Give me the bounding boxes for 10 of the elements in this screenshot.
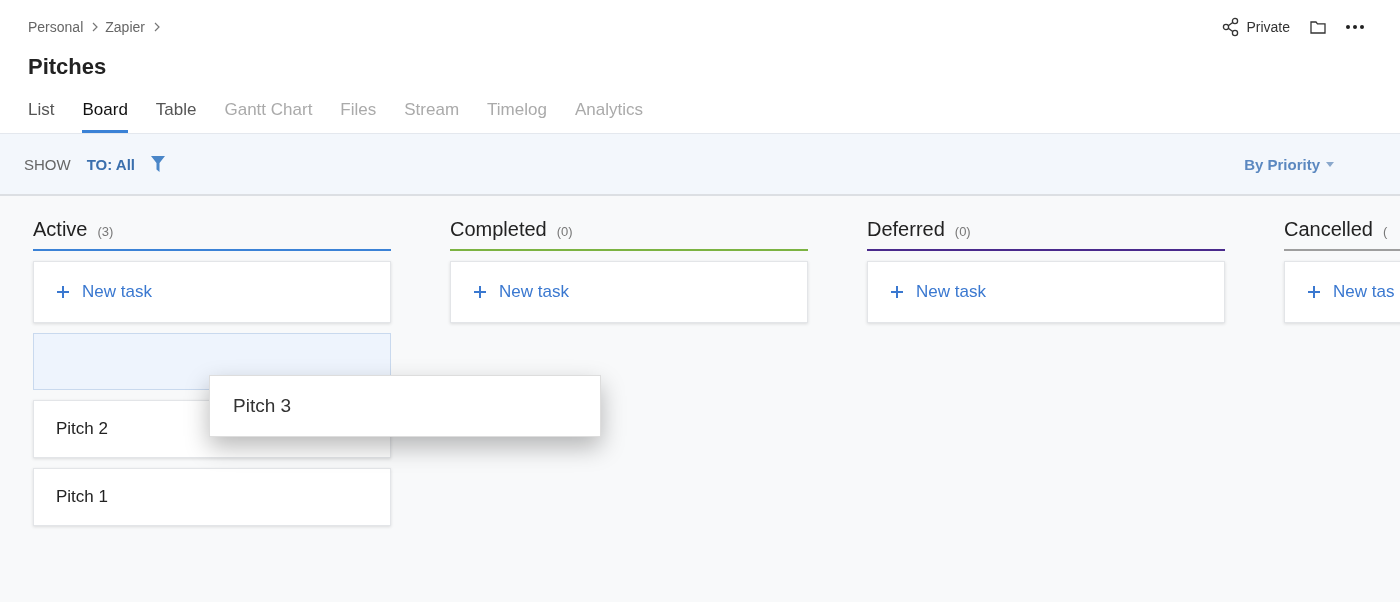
column-name: Active	[33, 218, 88, 241]
task-count: (0)	[556, 224, 573, 239]
column-name: Completed	[450, 218, 547, 241]
column-name: Cancelled	[1284, 218, 1373, 241]
task-count: (3)	[97, 224, 114, 239]
page-title: Pitches	[28, 54, 108, 81]
task-count: (	[1382, 224, 1388, 239]
show-label: SHOW	[24, 155, 71, 173]
column-name: Deferred	[867, 218, 945, 241]
task-count: (0)	[954, 224, 971, 239]
